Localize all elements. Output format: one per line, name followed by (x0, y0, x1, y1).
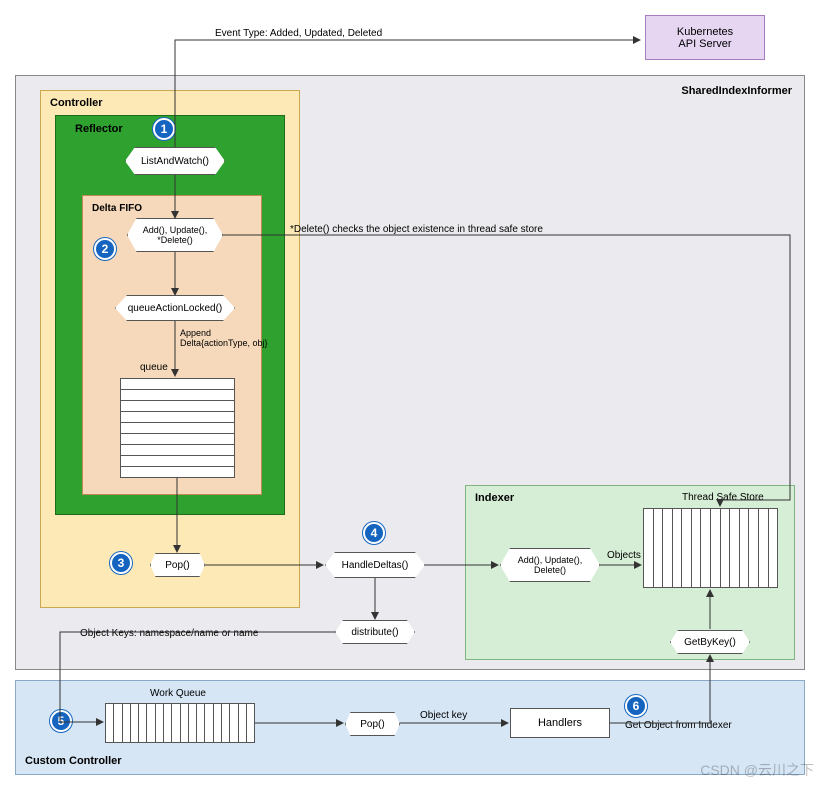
handle-deltas-node: HandleDeltas() (325, 552, 425, 578)
queue-action-locked-node: queueActionLocked() (115, 295, 235, 321)
objects-label: Objects (607, 550, 641, 561)
indexer-label: Indexer (475, 492, 514, 504)
work-queue (105, 703, 255, 743)
pop-node: Pop() (150, 553, 205, 577)
badge-5: 5 (50, 710, 72, 732)
delta-fifo-queue (120, 378, 235, 478)
indexer-add-update-delete-node: Add(), Update(), Delete() (500, 548, 600, 582)
distribute-node: distribute() (335, 620, 415, 644)
badge-2: 2 (94, 238, 116, 260)
reflector-label: Reflector (75, 123, 123, 135)
thread-safe-store (643, 508, 778, 588)
append-delta-label: Append Delta{actionType, obj} (180, 328, 268, 348)
badge-3: 3 (110, 552, 132, 574)
delta-fifo-label: Delta FIFO (92, 203, 142, 214)
badge-4: 4 (363, 522, 385, 544)
get-by-key-node: GetByKey() (670, 630, 750, 654)
queue-label: queue (140, 362, 168, 373)
shared-index-informer-label: SharedIndexInformer (681, 85, 792, 97)
custom-controller-label: Custom Controller (25, 755, 122, 767)
object-keys-label: Object Keys: namespace/name or name (80, 628, 258, 639)
object-key-label: Object key (420, 710, 467, 721)
thread-safe-store-label: Thread Safe Store (682, 492, 764, 503)
get-object-from-indexer-label: Get Object from Indexer (625, 720, 732, 731)
delete-note-label: *Delete() checks the object existence in… (290, 224, 543, 235)
event-type-label: Event Type: Added, Updated, Deleted (215, 28, 382, 39)
controller-label: Controller (50, 97, 103, 109)
watermark: CSDN @云川之下 (700, 760, 814, 780)
pop2-node: Pop() (345, 712, 400, 736)
list-and-watch-node: ListAndWatch() (125, 147, 225, 175)
delta-add-update-delete-node: Add(), Update(), *Delete() (127, 218, 223, 252)
work-queue-label: Work Queue (150, 688, 206, 699)
badge-6: 6 (625, 695, 647, 717)
k8s-api-server-box: Kubernetes API Server (645, 15, 765, 60)
badge-1: 1 (153, 118, 175, 140)
handlers-box: Handlers (510, 708, 610, 738)
